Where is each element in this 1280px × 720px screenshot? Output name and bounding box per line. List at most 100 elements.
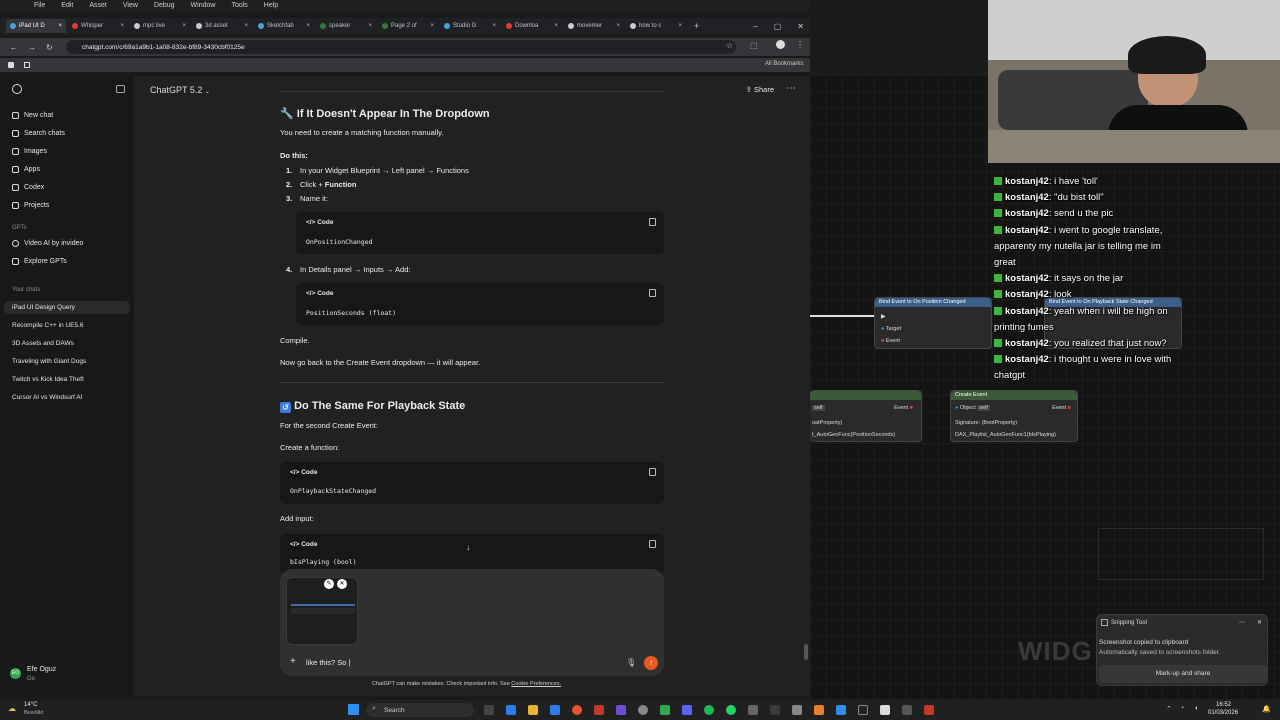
apps-icon[interactable] — [24, 62, 30, 68]
network-icon[interactable]: ◔ — [1180, 705, 1184, 712]
forward-icon[interactable]: → — [28, 43, 36, 52]
sidebar-toggle-icon[interactable] — [116, 85, 125, 93]
app-menu-item[interactable]: View — [123, 2, 138, 9]
whatsapp-icon[interactable] — [726, 705, 736, 715]
scroll-down-icon[interactable]: ↓ — [466, 542, 471, 552]
edge-icon[interactable] — [506, 705, 516, 715]
tab-close-icon[interactable]: × — [306, 23, 310, 29]
app-icon[interactable] — [836, 705, 846, 715]
browser-tab[interactable]: speaker × — [316, 19, 376, 33]
attached-image-thumbnail[interactable] — [286, 577, 358, 645]
maximize-icon[interactable]: ▢ — [774, 22, 782, 31]
chat-history-item[interactable]: 3D Assets and DAWs — [12, 340, 74, 347]
extensions-icon[interactable]: ⬚ — [750, 41, 758, 50]
sidebar-item-search-chats[interactable]: Search chats — [12, 130, 65, 137]
tab-close-icon[interactable]: × — [244, 23, 248, 29]
app-icon[interactable] — [770, 705, 780, 715]
browser-tab[interactable]: Studio G × — [440, 19, 500, 33]
app-icon[interactable] — [638, 705, 648, 715]
model-selector[interactable]: ChatGPT 5.2 ⌄ — [150, 85, 210, 95]
explore-gpts[interactable]: Explore GPTs — [12, 258, 67, 265]
sidebar-item-apps[interactable]: Apps — [12, 166, 40, 173]
taskbar-search[interactable]: ⌕ Search — [366, 703, 474, 717]
user-avatar[interactable]: EO — [10, 668, 21, 679]
markup-share-button[interactable]: Mark-up and share — [1099, 665, 1267, 683]
browser-tab[interactable]: Page 2 of × — [378, 19, 438, 33]
blueprint-graph[interactable] — [810, 75, 1280, 700]
profile-avatar[interactable] — [776, 40, 785, 49]
app-menu-item[interactable]: File — [34, 2, 45, 9]
tab-close-icon[interactable]: × — [678, 23, 682, 29]
sidebar-item-codex[interactable]: Codex — [12, 184, 44, 191]
browser-tab[interactable]: movemer × — [564, 19, 624, 33]
bookmark-star-icon[interactable]: ☆ — [726, 41, 733, 50]
browser-tab[interactable]: 3d asset × — [192, 19, 252, 33]
remove-attachment-icon[interactable]: ✕ — [337, 579, 347, 589]
share-button[interactable]: ⇪ Share — [746, 85, 774, 94]
send-button[interactable]: ↑ — [644, 656, 658, 670]
chat-history-item[interactable]: Cursor AI vs Windsurf AI — [12, 394, 82, 401]
bookmark-icon[interactable] — [8, 62, 14, 68]
copy-icon[interactable] — [649, 468, 656, 476]
tray-chevron-icon[interactable]: ⌃ — [1166, 705, 1172, 713]
file-explorer-icon[interactable] — [528, 705, 538, 715]
more-options-icon[interactable]: ⋯ — [786, 83, 796, 94]
browser-tab[interactable]: Sketchfab × — [254, 19, 314, 33]
chat-history-item[interactable]: iPad UI Design Query — [4, 301, 130, 314]
browser-tab[interactable]: how to c × — [626, 19, 686, 33]
copy-icon[interactable] — [649, 289, 656, 297]
reload-icon[interactable]: ↻ — [46, 43, 53, 52]
app-icon[interactable] — [594, 705, 604, 715]
copy-icon[interactable] — [649, 540, 656, 548]
back-icon[interactable]: ← — [10, 43, 18, 52]
more-options-icon[interactable]: ⋯ — [1239, 619, 1245, 626]
app-menu-item[interactable]: Window — [191, 2, 216, 9]
close-icon[interactable]: ✕ — [1257, 619, 1262, 626]
user-name[interactable]: Efe Oguz — [27, 666, 56, 673]
app-menu-item[interactable]: Tools — [231, 2, 247, 9]
tab-close-icon[interactable]: × — [58, 23, 62, 29]
unreal-icon[interactable] — [880, 705, 890, 715]
tab-close-icon[interactable]: × — [554, 23, 558, 29]
tab-close-icon[interactable]: × — [120, 23, 124, 29]
tab-close-icon[interactable]: × — [430, 23, 434, 29]
task-view-icon[interactable] — [484, 705, 494, 715]
close-icon[interactable]: ✕ — [797, 22, 804, 31]
app-menu-item[interactable]: Asset — [89, 2, 107, 9]
address-bar[interactable]: chatgpt.com/c/69a1a9b1-1a08-832e-bf89-34… — [66, 40, 736, 54]
plus-icon[interactable]: + — [290, 656, 296, 667]
app-icon[interactable] — [814, 705, 824, 715]
all-bookmarks[interactable]: All Bookmarks — [765, 61, 803, 67]
tab-close-icon[interactable]: × — [616, 23, 620, 29]
openai-logo-icon[interactable] — [12, 84, 22, 94]
new-tab-button[interactable]: + — [694, 21, 699, 31]
menu-icon[interactable]: ⋮ — [796, 40, 804, 49]
cookie-preferences-link[interactable]: Cookie Preferences. — [511, 681, 561, 687]
copy-icon[interactable] — [649, 218, 656, 226]
create-event-node-1[interactable]: self Event ■ oatProperty) t_AutoGenFunc(… — [810, 390, 922, 442]
bind-event-node-1[interactable]: Bind Event to On Position Changed ▶ ● Ta… — [874, 297, 992, 349]
function-dropdown[interactable]: DAX_Playlist_AutoGenFunc1(bIsPlaying) — [955, 432, 1056, 438]
notification-icon[interactable]: 🔔 — [1262, 705, 1271, 713]
windows-start-icon[interactable] — [348, 704, 359, 715]
chat-history-item[interactable]: Recompile C++ in UE5.6 — [12, 322, 84, 329]
app-icon[interactable] — [616, 705, 626, 715]
clock-time[interactable]: 16:52 — [1216, 702, 1231, 708]
microphone-icon[interactable]: 🎙 — [626, 658, 636, 667]
edit-icon[interactable]: ✎ — [324, 579, 334, 589]
app-menu-item[interactable]: Debug — [154, 2, 175, 9]
app-icon[interactable] — [748, 705, 758, 715]
store-icon[interactable] — [550, 705, 560, 715]
minimize-icon[interactable]: – — [753, 22, 757, 31]
function-dropdown[interactable]: t_AutoGenFunc(PositionSeconds) — [812, 432, 895, 438]
app-icon[interactable] — [902, 705, 912, 715]
browser-tab[interactable]: mpc live × — [130, 19, 190, 33]
tab-close-icon[interactable]: × — [492, 23, 496, 29]
sidebar-item-new-chat[interactable]: New chat — [12, 112, 53, 119]
create-event-node-2[interactable]: Create Event ● Object self Event ■ Signa… — [950, 390, 1078, 442]
sidebar-item-images[interactable]: Images — [12, 148, 47, 155]
discord-icon[interactable] — [682, 705, 692, 715]
clock-date[interactable]: 01/03/2026 — [1208, 710, 1238, 716]
chrome-icon[interactable] — [572, 705, 582, 715]
weather-icon[interactable]: ☁ — [8, 704, 16, 713]
